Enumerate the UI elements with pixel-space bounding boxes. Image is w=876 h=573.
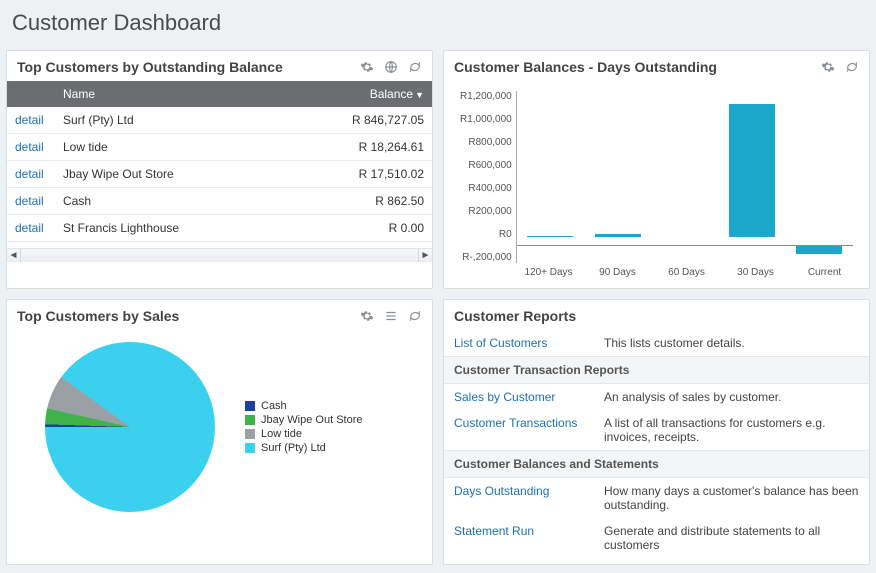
col-balance[interactable]: Balance▼ [281,81,432,107]
report-desc: An analysis of sales by customer. [604,390,859,404]
legend-item: Jbay Wipe Out Store [245,414,363,426]
report-section-heading: Customer Balances and Statements [444,450,869,478]
panel-top-sales: Top Customers by Sales Cash Jbay Wipe Out… [6,299,433,565]
panel-days-outstanding: Customer Balances - Days Outstanding R1,… [443,50,870,289]
detail-link[interactable]: detail [15,140,44,154]
report-desc: A list of all transactions for customers… [604,416,859,444]
report-link[interactable]: Sales by Customer [454,390,604,404]
panel-reports: Customer Reports List of Customers This … [443,299,870,565]
detail-link[interactable]: detail [15,167,44,181]
cust-name: Surf (Pty) Ltd [55,107,281,134]
detail-link[interactable]: detail [15,194,44,208]
report-desc: How many days a customer's balance has b… [604,484,859,512]
table-row: detail Jbay Wipe Out Store R 17,510.02 [7,161,432,188]
detail-link[interactable]: detail [15,221,44,235]
top-balance-table: Name Balance▼ detail Surf (Pty) Ltd R 84… [7,81,432,242]
y-tick-label: R600,000 [468,160,511,171]
report-desc: This lists customer details. [604,336,859,350]
col-name[interactable]: Name [55,81,281,107]
y-tick-label: R400,000 [468,183,511,194]
panel-title-reports: Customer Reports [454,308,859,324]
report-link[interactable]: List of Customers [454,336,604,350]
legend-label: Surf (Pty) Ltd [261,442,326,454]
table-row: detail Surf (Pty) Ltd R 846,727.05 [7,107,432,134]
legend-label: Low tide [261,428,302,440]
x-tick-label: 120+ Days [514,265,583,278]
cust-name: Cash [55,188,281,215]
detail-link[interactable]: detail [15,113,44,127]
bar[interactable] [796,245,842,254]
legend-swatch [245,401,255,411]
bar[interactable] [527,236,573,237]
legend-swatch [245,443,255,453]
horizontal-scrollbar[interactable]: ◄ ► [7,248,432,262]
cust-balance: R 18,264.61 [281,134,432,161]
gear-icon[interactable] [821,60,835,74]
panel-top-balance: Top Customers by Outstanding Balance [6,50,433,289]
report-link[interactable]: Days Outstanding [454,484,604,512]
scroll-left-icon[interactable]: ◄ [7,249,21,262]
cust-name: Low tide [55,134,281,161]
y-tick-label: R1,000,000 [460,114,512,125]
x-tick-label: 60 Days [652,265,721,278]
list-icon[interactable] [384,309,398,323]
report-link[interactable]: Customer Transactions [454,416,604,444]
y-tick-label: R1,200,000 [460,91,512,102]
report-link[interactable]: Statement Run [454,524,604,552]
cust-balance: R 846,727.05 [281,107,432,134]
legend-item: Surf (Pty) Ltd [245,442,363,454]
page-title: Customer Dashboard [0,0,876,50]
legend-swatch [245,429,255,439]
y-tick-label: R800,000 [468,137,511,148]
report-desc: Generate and distribute statements to al… [604,524,859,552]
panel-title-top-balance: Top Customers by Outstanding Balance [17,59,360,75]
legend-swatch [245,415,255,425]
bar-chart: R1,200,000 R1,000,000 R800,000 R600,000 R400… [454,85,859,265]
y-tick-label: R-,200,000 [462,252,511,263]
legend-item: Cash [245,400,363,412]
pie-chart [45,342,215,512]
legend-label: Cash [261,400,287,412]
cust-balance: R 17,510.02 [281,161,432,188]
table-row: detail Cash R 862.50 [7,188,432,215]
legend-item: Low tide [245,428,363,440]
scroll-right-icon[interactable]: ► [418,249,432,262]
globe-icon[interactable] [384,60,398,74]
cust-balance: R 0.00 [281,215,432,242]
bar[interactable] [729,104,775,238]
table-row: detail St Francis Lighthouse R 0.00 [7,215,432,242]
y-tick-label: R0 [499,229,512,240]
refresh-icon[interactable] [845,60,859,74]
panel-title-days-outstanding: Customer Balances - Days Outstanding [454,59,821,75]
cust-name: Jbay Wipe Out Store [55,161,281,188]
panel-title-top-sales: Top Customers by Sales [17,308,360,324]
report-section-heading: Customer Transaction Reports [444,356,869,384]
pie-legend: Cash Jbay Wipe Out Store Low tide Surf (Pty… [245,398,363,456]
sort-desc-icon: ▼ [415,90,424,100]
y-tick-label: R200,000 [468,206,511,217]
x-tick-label: 90 Days [583,265,652,278]
gear-icon[interactable] [360,309,374,323]
legend-label: Jbay Wipe Out Store [261,414,363,426]
bar[interactable] [595,234,641,237]
table-row: detail Low tide R 18,264.61 [7,134,432,161]
x-tick-label: Current [790,265,859,278]
cust-name: St Francis Lighthouse [55,215,281,242]
x-tick-label: 30 Days [721,265,790,278]
refresh-icon[interactable] [408,60,422,74]
cust-balance: R 862.50 [281,188,432,215]
gear-icon[interactable] [360,60,374,74]
refresh-icon[interactable] [408,309,422,323]
